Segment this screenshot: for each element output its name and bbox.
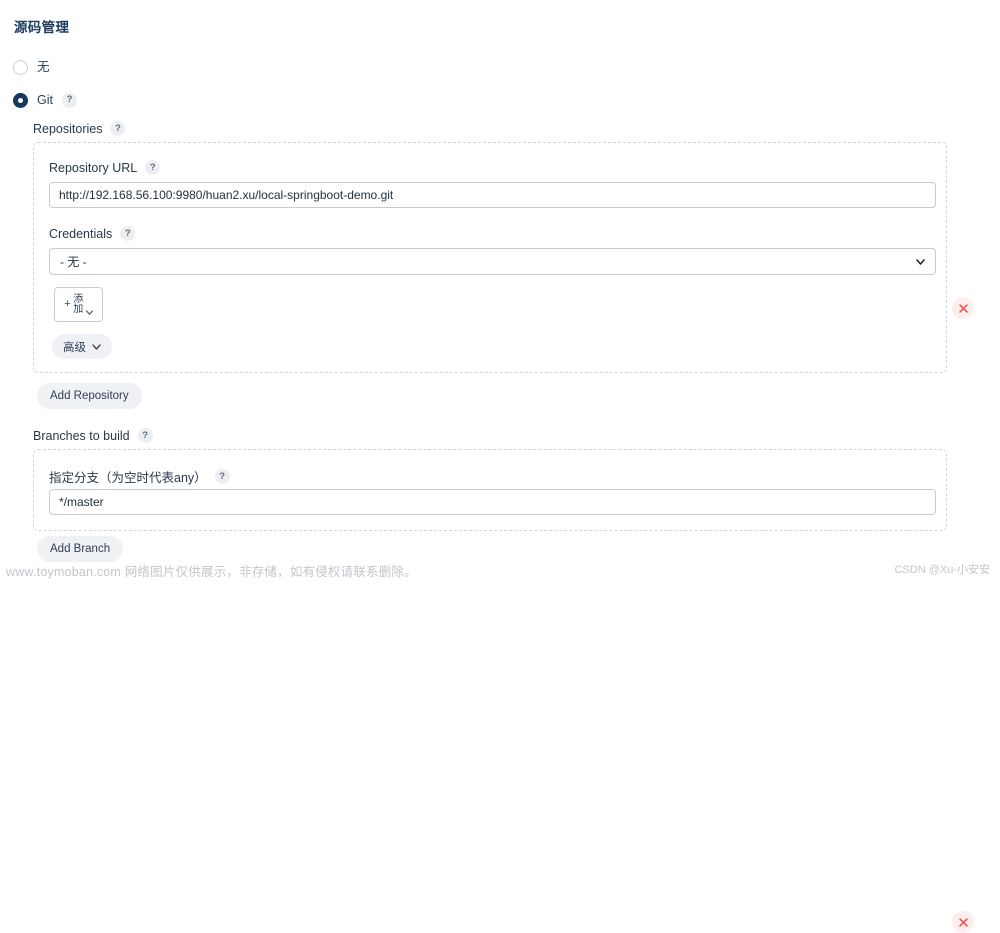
radio-git-label: Git <box>37 92 53 107</box>
help-icon-branches[interactable]: ? <box>137 428 153 443</box>
advanced-toggle-button[interactable]: 高级 <box>52 334 112 359</box>
branch-entry: 指定分支（为空时代表any） ? <box>33 449 974 933</box>
add-credentials-button[interactable]: + 添加 <box>54 287 103 322</box>
watermark-right: CSDN @Xu-小安安 <box>894 564 990 576</box>
plus-icon: + <box>64 298 71 310</box>
credentials-select-wrap[interactable]: - 无 - <box>49 248 936 275</box>
add-branch-button[interactable]: Add Branch <box>37 536 124 562</box>
help-icon-credentials[interactable]: ? <box>120 226 136 241</box>
repositories-label-group: Repositories ? <box>33 121 126 136</box>
radio-none-label: 无 <box>37 59 50 74</box>
radio-none[interactable] <box>13 59 28 75</box>
repository-entry: Repository URL ? Credentials ? - 无 - + 添… <box>33 142 974 373</box>
branch-spec-label: 指定分支（为空时代表any） <box>49 471 207 485</box>
help-icon-branch-spec[interactable]: ? <box>214 469 230 484</box>
scm-option-none[interactable]: 无 <box>13 58 50 76</box>
delete-branch-button[interactable] <box>952 911 974 933</box>
radio-git[interactable] <box>13 92 28 108</box>
page-title: 源码管理 <box>14 20 70 35</box>
credentials-label-group: Credentials ? <box>49 226 136 241</box>
branches-label-group: Branches to build ? <box>33 428 153 443</box>
scm-option-git[interactable]: Git ? <box>13 91 77 109</box>
credentials-label: Credentials <box>49 226 113 241</box>
add-credentials-label: 添加 <box>73 293 84 315</box>
repository-url-label: Repository URL <box>49 160 138 175</box>
branches-label: Branches to build <box>33 428 130 443</box>
help-icon-repositories[interactable]: ? <box>110 121 126 136</box>
watermark-left: www.toymoban.com 网络图片仅供展示，非存储，如有侵权请联系删除。 <box>6 565 417 579</box>
help-icon-repository-url[interactable]: ? <box>145 160 161 175</box>
advanced-label: 高级 <box>63 341 86 354</box>
help-icon-git[interactable]: ? <box>61 92 77 108</box>
repositories-label: Repositories <box>33 121 103 136</box>
credentials-select[interactable]: - 无 - <box>49 248 936 275</box>
credentials-selected-value: - 无 - <box>60 255 87 269</box>
repository-url-label-group: Repository URL ? <box>49 160 161 175</box>
add-repository-button[interactable]: Add Repository <box>37 383 142 409</box>
branch-spec-label-group: 指定分支（为空时代表any） ? <box>49 467 230 486</box>
repository-url-input[interactable] <box>49 182 936 208</box>
chevron-down-icon-advanced <box>92 341 101 353</box>
branch-spec-input[interactable] <box>49 489 936 515</box>
caret-down-icon <box>85 302 93 315</box>
delete-repository-button[interactable] <box>952 297 974 319</box>
